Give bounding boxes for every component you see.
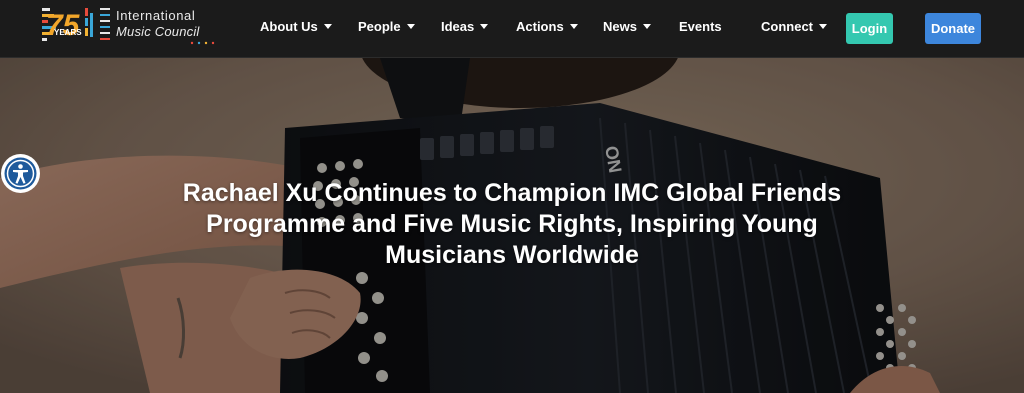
logo-wordmark: International Music Council [116, 8, 200, 40]
nav-connect[interactable]: Connect [761, 19, 827, 34]
login-button[interactable]: Login [846, 13, 893, 44]
nav-people[interactable]: People [358, 19, 415, 34]
accessibility-button[interactable] [1, 154, 40, 193]
logo-name-line1: International [116, 8, 196, 23]
nav-ideas[interactable]: Ideas [441, 19, 489, 34]
logo-dots-icon [190, 41, 215, 45]
logo-divider-icon [100, 8, 110, 40]
logo-name-line2: Music Council [116, 24, 200, 39]
nav-label: Connect [761, 19, 813, 34]
donate-button[interactable]: Donate [925, 13, 981, 44]
site-header: 75 YEARS International Music Council Abo… [0, 0, 1024, 58]
chevron-down-icon [406, 24, 415, 30]
nav-news[interactable]: News [603, 19, 651, 34]
chevron-down-icon [323, 24, 332, 30]
chevron-down-icon [642, 24, 651, 30]
nav-label: People [358, 19, 401, 34]
nav-label: Events [679, 19, 722, 34]
nav-about-us[interactable]: About Us [260, 19, 332, 34]
nav-label: Actions [516, 19, 564, 34]
svg-text:75: 75 [46, 9, 81, 42]
hero-title: Rachael Xu Continues to Champion IMC Glo… [182, 179, 842, 269]
nav-label: Ideas [441, 19, 475, 34]
nav-actions[interactable]: Actions [516, 19, 578, 34]
nav-label: About Us [260, 19, 318, 34]
nav-events[interactable]: Events [679, 19, 722, 34]
chevron-down-icon [569, 24, 578, 30]
chevron-down-icon [480, 24, 489, 30]
accessibility-icon [4, 157, 37, 190]
chevron-down-icon [819, 24, 827, 30]
svg-text:YEARS: YEARS [54, 28, 82, 37]
nav-label: News [603, 19, 637, 34]
hero-banner: ON Rachael Xu Continues to Champion IMC … [0, 58, 1024, 393]
site-logo[interactable]: 75 YEARS International Music Council [40, 5, 230, 47]
imc-75-years-logo-icon: 75 YEARS [42, 8, 93, 42]
